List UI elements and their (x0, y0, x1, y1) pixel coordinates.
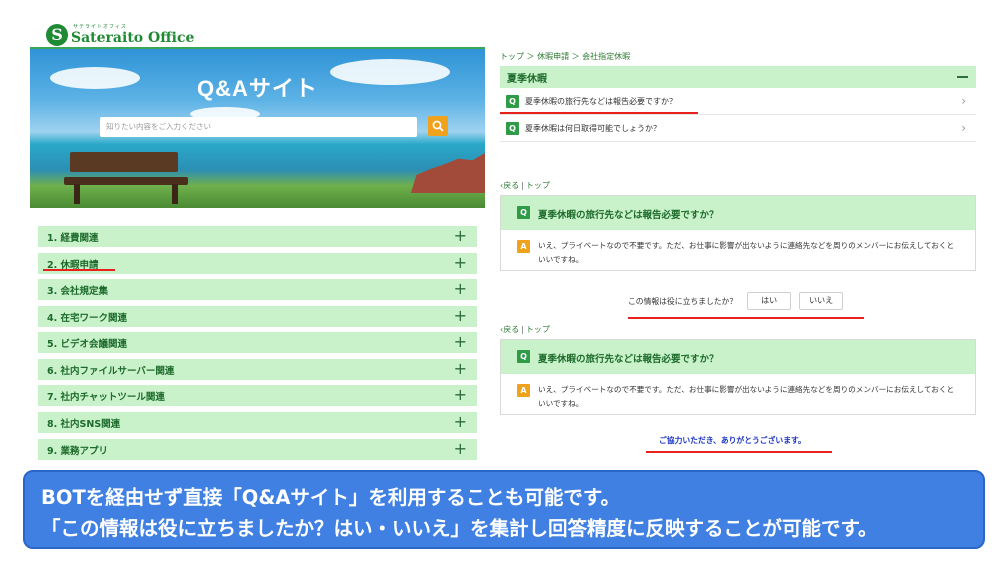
category-label: 4. 在宅ワーク関連 (47, 312, 128, 324)
answer-body: A いえ、プライベートなので不要です。ただ、お仕事に影響が出ないように連絡先など… (501, 230, 975, 270)
search-icon (432, 120, 444, 132)
site-title: Q&Aサイト (197, 76, 318, 101)
answer-header: Q 夏季休暇の旅行先などは報告必要ですか？ (501, 196, 975, 230)
link-separator: | (521, 325, 524, 334)
expand-icon[interactable]: + (454, 254, 467, 272)
caption-line-1: BOTを経由せず直接「Q&Aサイト」を利用することも可能です。 (41, 486, 620, 509)
highlight-underline (500, 112, 698, 114)
category-label: 8. 社内SNS関連 (47, 418, 121, 430)
answer-text: いえ、プライベートなので不要です。ただ、お仕事に影響が出ないように連絡先などを周… (538, 385, 955, 408)
thanks-message: ご協力いただき、ありがとうございます。 (659, 436, 806, 445)
logo-text: サテライトオフィス Sateraito Office (71, 24, 195, 46)
link-separator: | (521, 181, 524, 190)
category-label: 3. 会社規定集 (47, 285, 109, 297)
answer-text: いえ、プライベートなので不要です。ただ、お仕事に影響が出ないように連絡先などを周… (538, 241, 955, 264)
expand-icon[interactable]: + (454, 360, 467, 378)
feedback-no-button[interactable]: いいえ (799, 292, 844, 310)
search-button[interactable] (428, 116, 448, 136)
bench-leg (172, 184, 178, 204)
question-text: 夏季休暇の旅行先などは報告必要ですか？ (525, 97, 677, 106)
category-item[interactable]: 1. 経費関連 + (38, 226, 477, 247)
category-label: 6. 社内ファイルサーバー関連 (47, 365, 175, 377)
back-links: ‹戻る | トップ (500, 324, 550, 335)
rock-formation (410, 153, 485, 193)
breadcrumb[interactable]: トップ ＞ 休暇申請 ＞ 会社指定休暇 (500, 51, 630, 62)
category-item[interactable]: 4. 在宅ワーク関連 + (38, 306, 477, 327)
expand-icon[interactable]: + (454, 280, 467, 298)
category-item[interactable]: 8. 社内SNS関連 + (38, 412, 477, 433)
category-label: 7. 社内チャットツール関連 (47, 391, 165, 403)
question-badge: Q (506, 122, 519, 135)
caption-line-2: 「この情報は役に立ちましたか？はい・いいえ」を集計し回答精度に反映することが可能… (41, 517, 878, 540)
feedback-yes-button[interactable]: はい (747, 292, 792, 310)
expand-icon[interactable]: + (454, 413, 467, 431)
back-links: ‹戻る | トップ (500, 180, 550, 191)
question-row[interactable]: Q 夏季休暇は何日取得可能でしょうか？ › (500, 116, 976, 142)
expand-icon[interactable]: + (454, 440, 467, 458)
answer-badge: A (517, 384, 530, 397)
category-label: 5. ビデオ会議関連 (47, 338, 128, 350)
question-badge: Q (517, 350, 530, 363)
logo[interactable]: S サテライトオフィス Sateraito Office (46, 20, 194, 46)
top-link[interactable]: トップ (526, 325, 550, 334)
expand-icon[interactable]: + (454, 227, 467, 245)
feedback-bar: この情報は役に立ちましたか？ はい いいえ (628, 292, 851, 310)
section-header[interactable]: 夏季休暇 (500, 66, 976, 88)
category-label: 9. 業務アプリ (47, 445, 109, 457)
expand-icon[interactable]: + (454, 386, 467, 404)
category-item[interactable]: 7. 社内チャットツール関連 + (38, 385, 477, 406)
category-item[interactable]: 6. 社内ファイルサーバー関連 + (38, 359, 477, 380)
feedback-question: この情報は役に立ちましたか？ (628, 296, 738, 306)
collapse-icon[interactable] (957, 76, 968, 78)
category-item[interactable]: 3. 会社規定集 + (38, 279, 477, 300)
bench (70, 152, 178, 172)
question-badge: Q (517, 206, 530, 219)
logo-name: Sateraito Office (71, 30, 195, 46)
category-item[interactable]: 9. 業務アプリ + (38, 439, 477, 460)
top-link[interactable]: トップ (526, 181, 550, 190)
highlight-underline (646, 451, 832, 453)
section-title: 夏季休暇 (507, 73, 547, 85)
answer-body: A いえ、プライベートなので不要です。ただ、お仕事に影響が出ないように連絡先など… (501, 374, 975, 414)
highlight-underline (628, 317, 864, 319)
answer-question: 夏季休暇の旅行先などは報告必要ですか？ (538, 354, 719, 365)
logo-mark: S (46, 24, 68, 46)
search-input[interactable]: 知りたい内容をご入力ください (100, 117, 417, 137)
back-link[interactable]: ‹戻る (500, 325, 519, 334)
expand-icon[interactable]: + (454, 333, 467, 351)
caption-banner: BOTを経由せず直接「Q&Aサイト」を利用することも可能です。 「この情報は役に… (23, 470, 985, 549)
bench-leg (74, 184, 80, 204)
back-link[interactable]: ‹戻る (500, 181, 519, 190)
bench-seat (64, 177, 188, 185)
answer-header: Q 夏季休暇の旅行先などは報告必要ですか？ (501, 340, 975, 374)
logo-subtitle: サテライトオフィス (73, 24, 127, 30)
expand-icon[interactable]: + (454, 307, 467, 325)
question-badge: Q (506, 95, 519, 108)
answer-badge: A (517, 240, 530, 253)
question-text: 夏季休暇は何日取得可能でしょうか？ (525, 124, 661, 133)
category-label: 1. 経費関連 (47, 232, 99, 244)
highlight-underline (43, 269, 115, 271)
category-item[interactable]: 5. ビデオ会議関連 + (38, 332, 477, 353)
answer-card: Q 夏季休暇の旅行先などは報告必要ですか？ A いえ、プライベートなので不要です… (500, 195, 976, 271)
answer-card: Q 夏季休暇の旅行先などは報告必要ですか？ A いえ、プライベートなので不要です… (500, 339, 976, 415)
chevron-right-icon: › (961, 121, 966, 135)
answer-question: 夏季休暇の旅行先などは報告必要ですか？ (538, 210, 719, 221)
chevron-right-icon: › (961, 94, 966, 108)
hero-banner: Q&Aサイト 知りたい内容をご入力ください (30, 49, 485, 208)
